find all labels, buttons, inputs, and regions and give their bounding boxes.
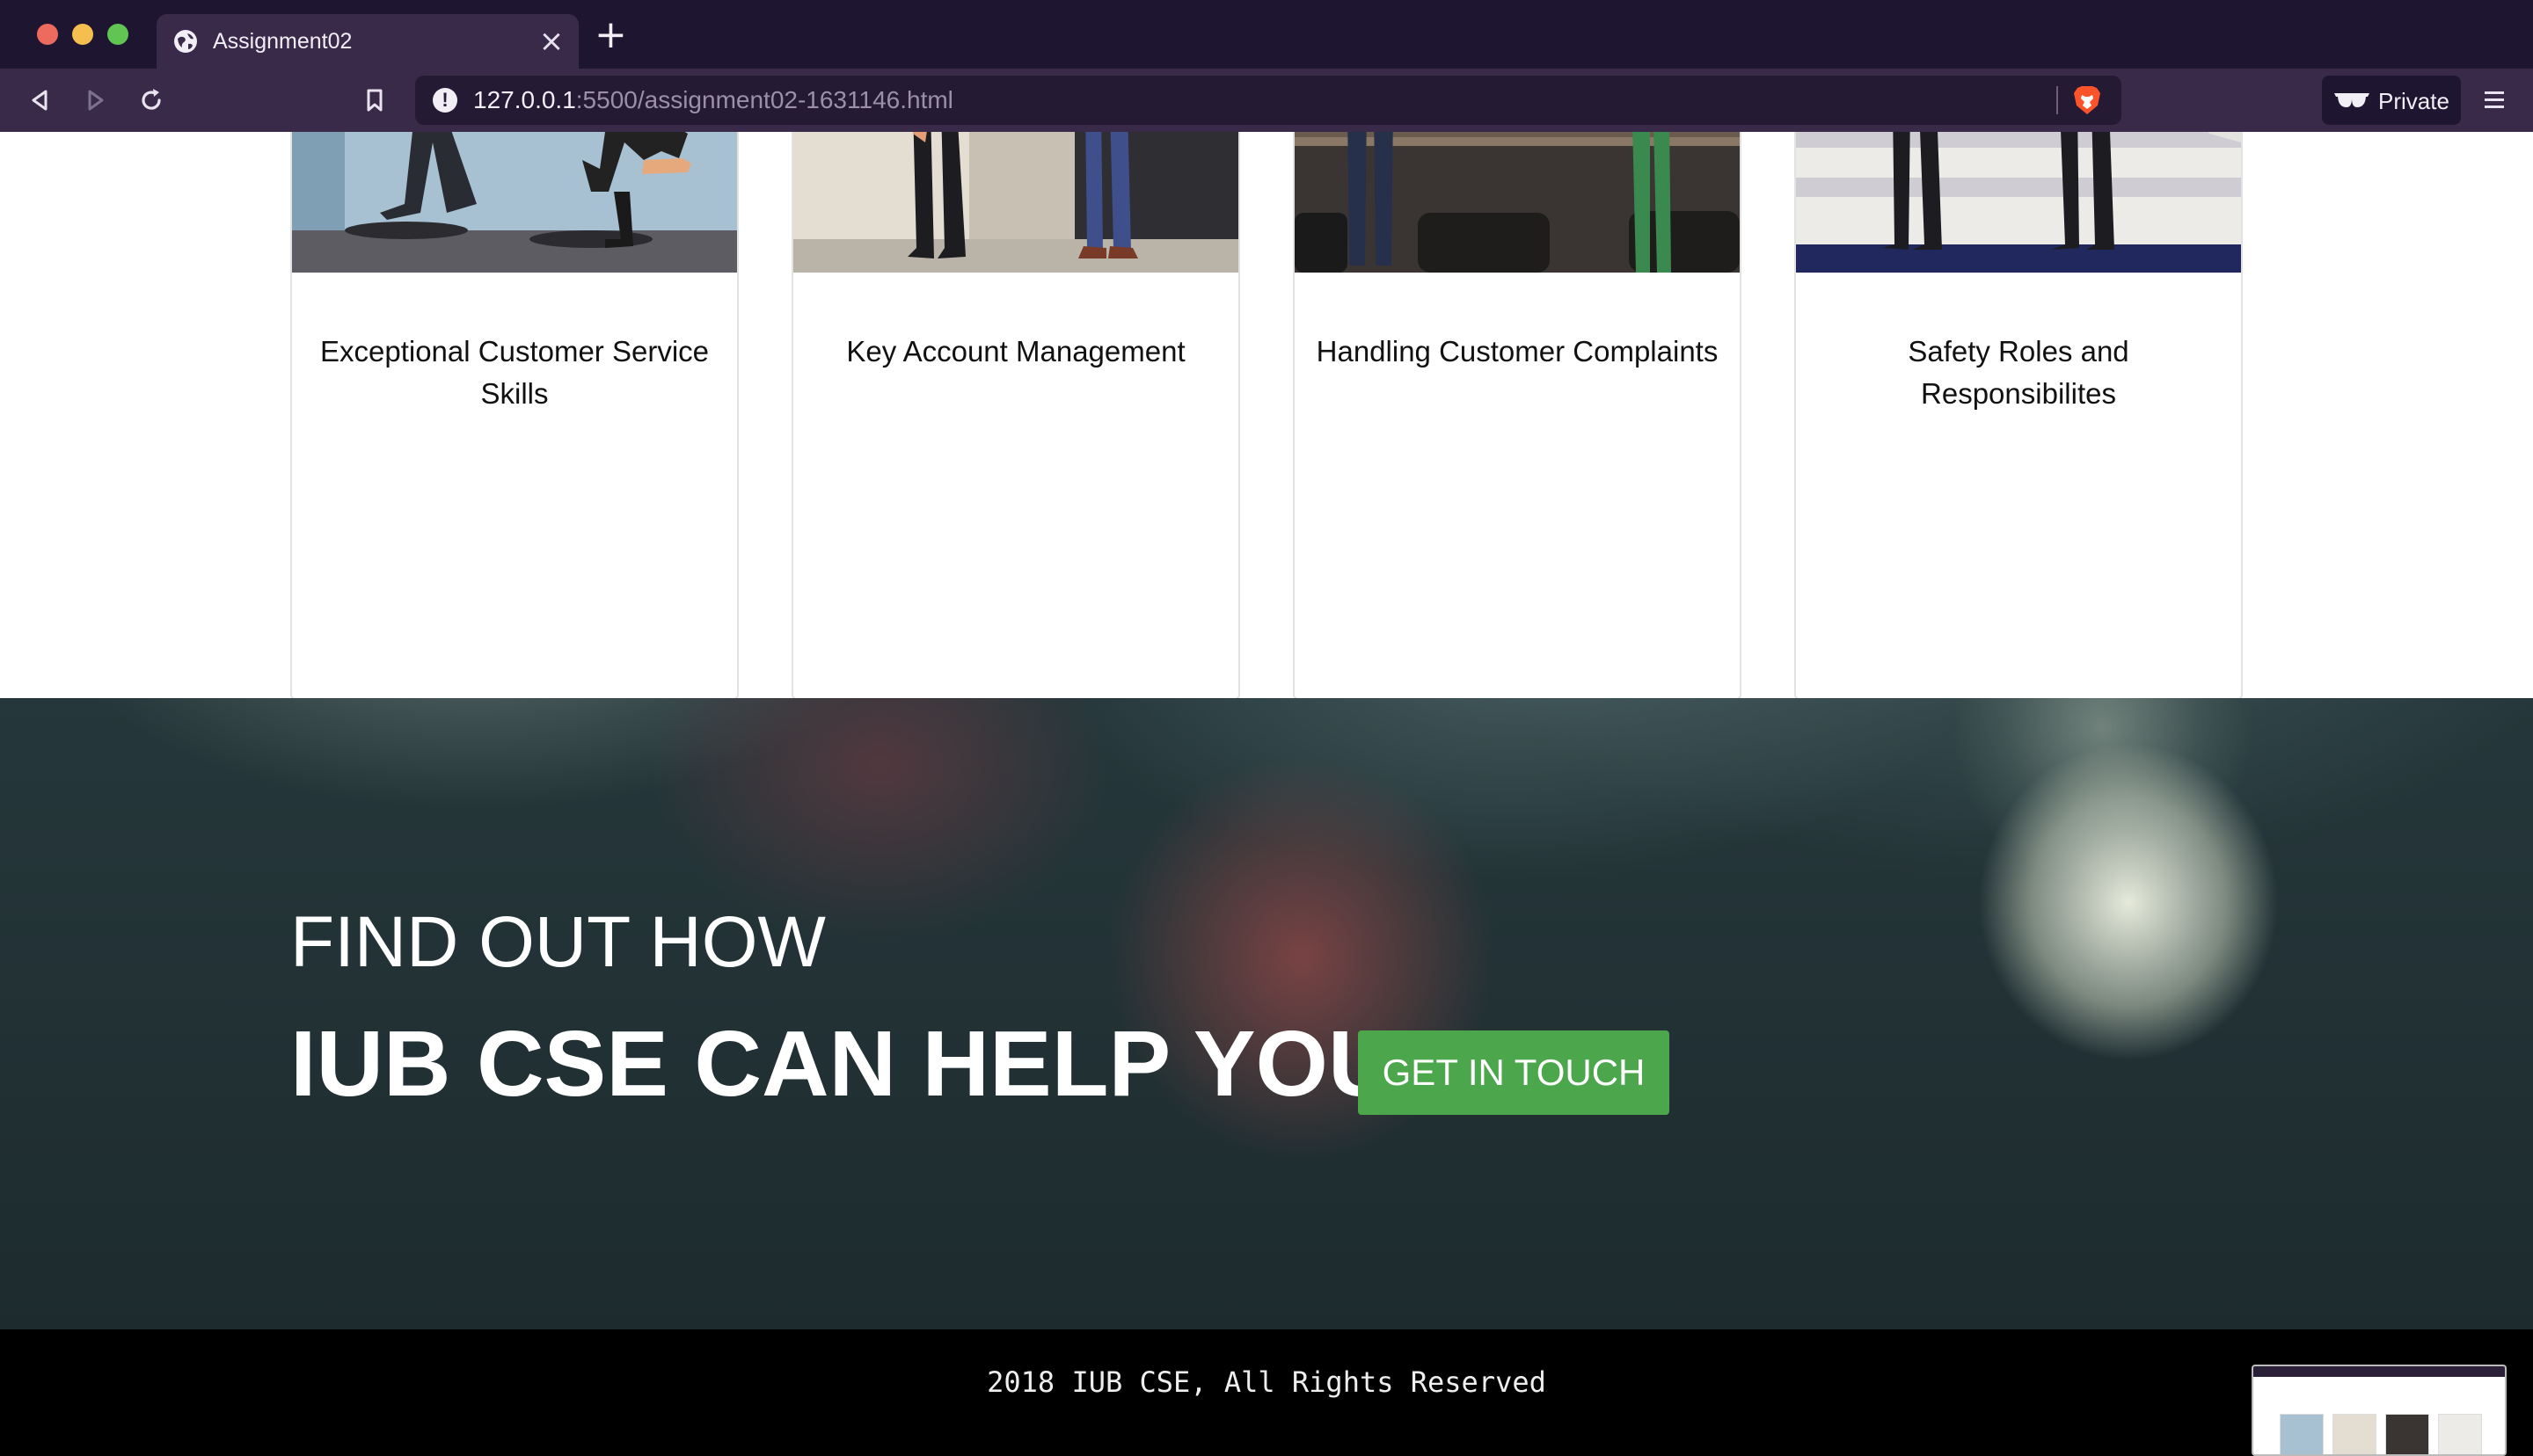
screenshot-thumbnail[interactable] — [2252, 1365, 2507, 1456]
call-to-action-section: FIND OUT HOW IUB CSE CAN HELP YOU GET IN… — [0, 698, 2533, 1329]
course-card-title: Exceptional Customer Service Skills — [319, 335, 710, 410]
cta-heading-line2: IUB CSE CAN HELP YOU — [290, 1012, 1396, 1116]
thumbnail-card — [2280, 1414, 2324, 1454]
address-bar[interactable]: ! 127.0.0.1:5500/assignment02-1631146.ht… — [415, 76, 2121, 125]
thumbnail-toolbar — [2253, 1366, 2505, 1377]
back-icon[interactable] — [25, 84, 56, 116]
course-card-title: Key Account Management — [846, 335, 1186, 368]
private-label: Private — [2378, 88, 2449, 114]
course-card[interactable]: Handling Customer Complaints — [1293, 132, 1741, 700]
course-card-image — [1295, 132, 1740, 273]
cta-heading-line1: FIND OUT HOW — [290, 902, 826, 982]
course-card[interactable]: Exceptional Customer Service Skills — [290, 132, 739, 700]
window-zoom-button[interactable] — [107, 24, 128, 45]
url-path: :5500/assignment02-1631146.html — [575, 86, 953, 113]
private-window-button[interactable]: Private — [2322, 76, 2461, 125]
browser-tab-active[interactable]: Assignment02 × — [157, 14, 579, 69]
course-card[interactable]: Safety Roles and Responsibilites — [1794, 132, 2243, 700]
reload-icon[interactable] — [135, 84, 167, 116]
tab-title: Assignment02 — [213, 29, 353, 54]
bookmark-icon[interactable] — [359, 84, 391, 116]
get-in-touch-button[interactable]: GET IN TOUCH — [1358, 1030, 1669, 1115]
private-glasses-icon — [2334, 93, 2369, 107]
course-card-image — [793, 132, 1238, 273]
course-card-image — [1796, 132, 2241, 273]
browser-titlebar: Assignment02 × + — [0, 0, 2533, 69]
window-close-button[interactable] — [37, 24, 58, 45]
course-card[interactable]: Key Account Management — [792, 132, 1240, 700]
thumbnail-card — [2438, 1414, 2482, 1454]
page-footer: 2018 IUB CSE, All Rights Reserved — [0, 1329, 2533, 1456]
course-card-title: Safety Roles and Responsibilites — [1908, 335, 2129, 410]
thumbnail-card — [2385, 1414, 2429, 1454]
close-icon[interactable]: × — [537, 26, 566, 56]
globe-icon — [174, 30, 197, 53]
course-card-image — [292, 132, 737, 273]
brave-lion-icon[interactable] — [2072, 84, 2102, 116]
window-minimize-button[interactable] — [72, 24, 93, 45]
course-card-title: Handling Customer Complaints — [1316, 335, 1719, 368]
url-text[interactable]: 127.0.0.1:5500/assignment02-1631146.html — [473, 86, 953, 114]
thumbnail-card — [2332, 1414, 2376, 1454]
plus-icon[interactable]: + — [595, 16, 627, 55]
page-viewport: Exceptional Customer Service Skills Key … — [0, 132, 2533, 1456]
hamburger-menu-icon[interactable] — [2482, 88, 2507, 113]
url-divider — [2056, 86, 2058, 114]
forward-icon[interactable] — [79, 84, 111, 116]
footer-copyright: 2018 IUB CSE, All Rights Reserved — [987, 1365, 1546, 1399]
url-host: 127.0.0.1 — [473, 86, 576, 113]
browser-toolbar: ! 127.0.0.1:5500/assignment02-1631146.ht… — [0, 69, 2533, 132]
info-icon[interactable]: ! — [433, 88, 457, 113]
